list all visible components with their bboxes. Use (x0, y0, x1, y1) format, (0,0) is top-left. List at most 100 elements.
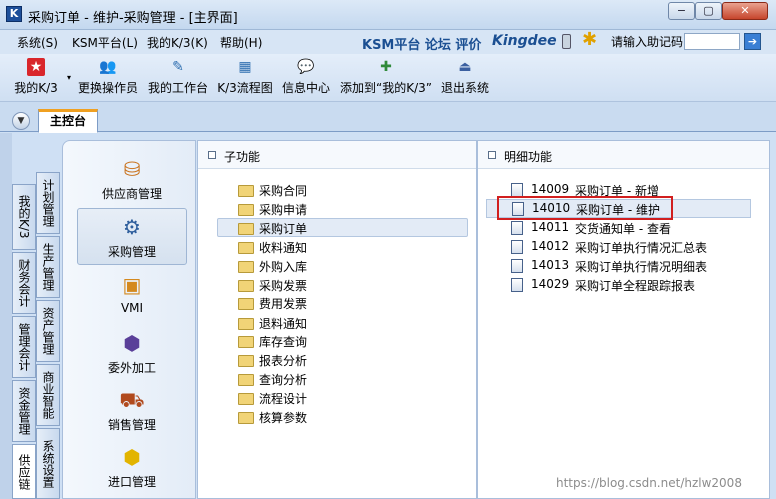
subfunc-purchase-contract[interactable]: 采购合同 (238, 181, 488, 200)
subfunc-report-analysis[interactable]: 报表分析 (238, 351, 488, 370)
subfunc-purchase-warehousing[interactable]: 外购入库 (238, 257, 488, 276)
detail-item-14013[interactable]: 14013 采购订单执行情况明细表 (511, 257, 761, 276)
nav-vmi[interactable]: ▣ VMI (77, 267, 187, 324)
folder-icon (238, 336, 254, 348)
go-arrow-icon[interactable]: ➔ (744, 33, 761, 50)
detail-header: 明细功能 (478, 141, 769, 169)
vtab-assets[interactable]: 资产管理 (36, 300, 60, 362)
dropdown-arrow-icon[interactable]: ▾ (64, 56, 74, 100)
supplier-icon: ⛁ (123, 157, 141, 181)
chat-icon: 💬 (297, 59, 315, 75)
toolbar-exit-button[interactable]: ⏏ 退出系统 (438, 56, 492, 100)
menu-ksm-platform[interactable]: KSM平台(L) (72, 34, 138, 51)
star-icon: ★ (27, 58, 45, 76)
toolbar-add-to-my-k3-button[interactable]: ✚ 添加到“我的K/3” (338, 56, 434, 100)
kingdee-logo: Kingdee (492, 33, 557, 49)
annotation-highlight-box (497, 196, 673, 220)
nav-supplier-management[interactable]: ⛁ 供应商管理 (77, 151, 187, 208)
menu-my-k3[interactable]: 我的K/3(K) (147, 34, 208, 51)
subfunc-purchase-request[interactable]: 采购申请 (238, 200, 488, 219)
vtab-supply-chain[interactable]: 供应链 (12, 444, 36, 499)
detail-item-14011[interactable]: 14011 交货通知单 - 查看 (511, 219, 761, 238)
vmi-icon: ▣ (122, 273, 142, 297)
document-icon (511, 259, 523, 273)
colorful-star-icon[interactable]: ✱ (582, 31, 597, 49)
tab-main-console[interactable]: 主控台 (38, 109, 98, 133)
subfunc-expense-invoice[interactable]: 费用发票 (238, 294, 488, 313)
subfunc-process-design[interactable]: 流程设计 (238, 389, 488, 408)
vtab-business-intelligence[interactable]: 商业智能 (36, 364, 60, 426)
nav-purchase-management[interactable]: ⚙ 采购管理 (77, 208, 187, 265)
subfunc-inventory-query[interactable]: 库存查询 (238, 332, 488, 351)
detail-item-14012[interactable]: 14012 采购订单执行情况汇总表 (511, 238, 761, 257)
folder-icon (238, 204, 254, 216)
header-square-icon (488, 151, 496, 159)
import-icon: ⬢ (123, 445, 141, 469)
vtab-financial-accounting[interactable]: 财务会计 (12, 252, 36, 314)
title-bar: K 采购订单 - 维护-采购管理 - [主界面] − ▢ ✕ (0, 0, 776, 30)
toolbar-flowchart-button[interactable]: ▦ K/3流程图 (214, 56, 276, 100)
subfunction-header: 子功能 (198, 141, 476, 169)
subfunc-accounting-parameters[interactable]: 核算参数 (238, 408, 488, 427)
folder-icon (238, 185, 254, 197)
flowchart-icon: ▦ (238, 59, 252, 75)
tab-strip (0, 102, 776, 132)
folder-icon (238, 318, 254, 330)
vtab-production[interactable]: 生产管理 (36, 236, 60, 298)
tab-dropdown-icon[interactable]: ▼ (12, 112, 30, 130)
detail-item-14029[interactable]: 14029 采购订单全程跟踪报表 (511, 276, 761, 295)
folder-icon (238, 412, 254, 424)
subfunc-query-analysis[interactable]: 查询分析 (238, 370, 488, 389)
vtab-system-settings[interactable]: 系统设置 (36, 428, 60, 499)
vtab-my-k3[interactable]: 我的K/3 (12, 184, 36, 250)
minimize-button[interactable]: − (668, 2, 695, 20)
exit-icon: ⏏ (458, 59, 472, 75)
brand-links[interactable]: KSM平台 论坛 评价 (362, 34, 481, 53)
app-logo-icon: K (6, 6, 22, 22)
add-favorite-icon: ✚ (380, 59, 392, 75)
pencil-icon: ✎ (172, 59, 184, 75)
folder-icon (238, 298, 254, 310)
menu-help[interactable]: 帮助(H) (220, 34, 262, 51)
detail-function-panel: 明细功能 14009 采购订单 - 新增 14010 采购订单 - 维护 14011… (477, 140, 770, 499)
toolbar-workbench-button[interactable]: ✎ 我的工作台 (146, 56, 210, 100)
subfunc-receipt-notice[interactable]: 收料通知 (238, 238, 488, 257)
header-square-icon (208, 151, 216, 159)
subfunction-panel: 子功能 采购合同 采购申请 采购订单 收料通知 外购入库 采购发票 费用发票 退… (197, 140, 477, 499)
folder-icon (238, 374, 254, 386)
folder-icon (238, 280, 254, 292)
subfunc-purchase-order[interactable]: 采购订单 (217, 218, 468, 237)
users-icon: 👥 (99, 59, 117, 75)
window-title: 采购订单 - 维护-采购管理 - [主界面] (28, 11, 238, 26)
close-button[interactable]: ✕ (722, 2, 768, 20)
nav-import-management[interactable]: ⬢ 进口管理 (77, 439, 187, 496)
folder-icon (238, 261, 254, 273)
document-icon (511, 278, 523, 292)
purchase-icon: ⚙ (123, 215, 141, 239)
toolbar-my-k3-button[interactable]: ★ 我的K/3 (8, 56, 64, 100)
vtab-planning[interactable]: 计划管理 (36, 172, 60, 234)
menu-system[interactable]: 系统(S) (17, 34, 58, 51)
sales-truck-icon: ⛟ (119, 388, 145, 412)
phone-icon[interactable] (562, 34, 571, 49)
mnemonic-label: 请输入助记码 (611, 35, 684, 49)
vertical-category-tabs: 我的K/3 财务会计 管理会计 资金管理 供应链 计划管理 生产管理 资产管理 … (12, 172, 62, 499)
left-edge (0, 133, 12, 499)
folder-icon (238, 355, 254, 367)
toolbar-change-operator-button[interactable]: 👥 更换操作员 (76, 56, 140, 100)
document-icon (511, 221, 523, 235)
subfunc-purchase-invoice[interactable]: 采购发票 (238, 276, 488, 295)
vtab-fund-management[interactable]: 资金管理 (12, 380, 36, 442)
maximize-button[interactable]: ▢ (695, 2, 722, 20)
nav-sales-management[interactable]: ⛟ 销售管理 (77, 382, 187, 439)
subfunc-return-notice[interactable]: 退料通知 (238, 314, 488, 333)
module-nav-panel: ⛁ 供应商管理 ⚙ 采购管理 ▣ VMI ⬢ 委外加工 ⛟ 销售管理 ⬢ 进口管… (62, 140, 196, 499)
vtab-management-accounting[interactable]: 管理会计 (12, 316, 36, 378)
folder-icon (238, 242, 254, 254)
mnemonic-input[interactable] (684, 33, 740, 50)
toolbar-info-center-button[interactable]: 💬 信息中心 (279, 56, 333, 100)
watermark-text: https://blog.csdn.net/hzlw2008 (556, 476, 742, 490)
outsourcing-icon: ⬢ (123, 331, 141, 355)
nav-outsourcing[interactable]: ⬢ 委外加工 (77, 325, 187, 382)
folder-open-icon (238, 223, 254, 235)
